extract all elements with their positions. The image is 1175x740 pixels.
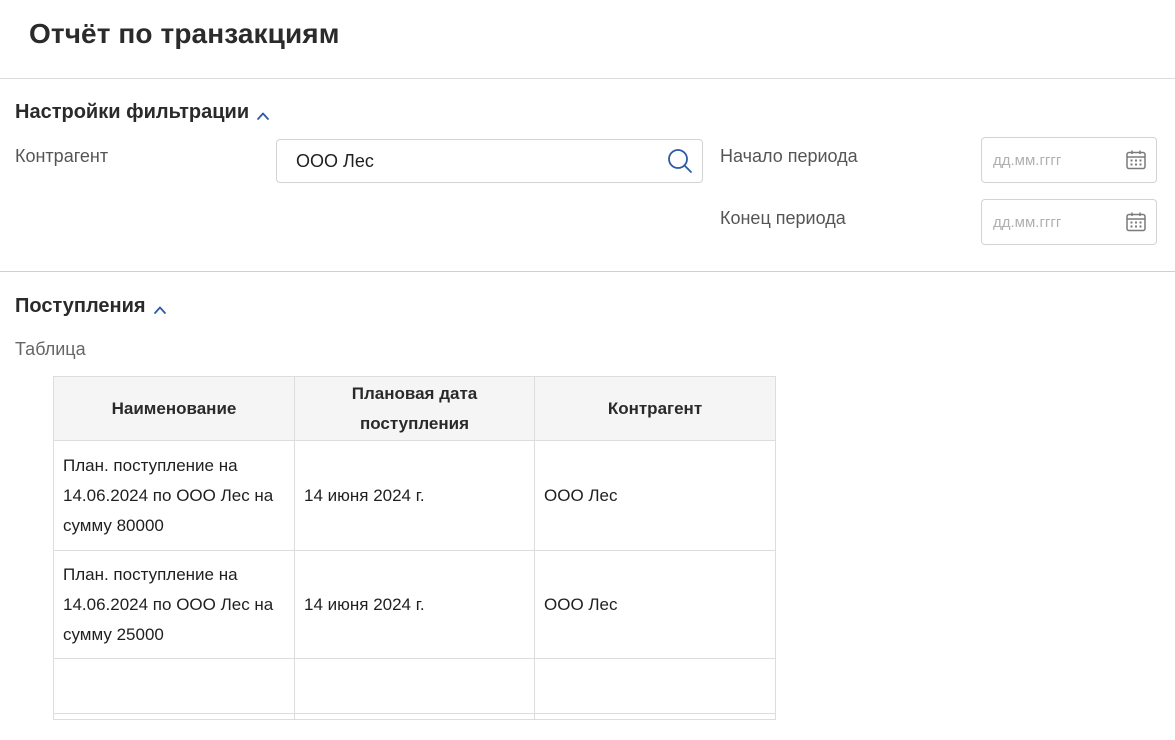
table-header-row: Наименование Плановая дата поступления К… bbox=[53, 376, 776, 441]
period-start-placeholder: дд.мм.гггг bbox=[993, 151, 1062, 169]
cell-planned-date: 14 июня 2024 г. bbox=[294, 550, 535, 659]
filter-section-toggle[interactable]: Настройки фильтрации bbox=[15, 101, 270, 124]
filter-section-title: Настройки фильтрации bbox=[15, 101, 250, 123]
search-icon[interactable] bbox=[660, 141, 700, 181]
table-row-empty[interactable] bbox=[53, 658, 776, 714]
cell-empty bbox=[534, 713, 776, 720]
period-start-label: Начало периода bbox=[720, 146, 858, 166]
period-start-input[interactable]: дд.мм.гггг bbox=[981, 137, 1157, 183]
counterparty-label: Контрагент bbox=[15, 146, 109, 166]
page-title: Отчёт по транзакциям bbox=[29, 18, 340, 49]
period-end-placeholder: дд.мм.гггг bbox=[993, 213, 1062, 231]
cell-empty bbox=[53, 713, 295, 720]
cell-empty bbox=[53, 658, 295, 714]
table-row[interactable]: План. поступление на 14.06.2024 по ООО Л… bbox=[53, 440, 776, 551]
column-header-planned-date[interactable]: Плановая дата поступления bbox=[294, 376, 535, 441]
cell-name: План. поступление на 14.06.2024 по ООО Л… bbox=[53, 550, 295, 659]
calendar-icon[interactable] bbox=[1116, 211, 1156, 233]
period-end-label: Конец периода bbox=[720, 208, 846, 228]
cell-empty bbox=[534, 658, 776, 714]
divider bbox=[0, 78, 1175, 79]
divider bbox=[0, 271, 1175, 272]
period-end-input[interactable]: дд.мм.гггг bbox=[981, 199, 1157, 245]
column-header-name[interactable]: Наименование bbox=[53, 376, 295, 441]
cell-counterparty: ООО Лес bbox=[534, 550, 776, 659]
counterparty-input-value: ООО Лес bbox=[296, 150, 374, 171]
cell-empty bbox=[294, 658, 535, 714]
chevron-up-icon bbox=[153, 300, 167, 314]
table-row[interactable]: План. поступление на 14.06.2024 по ООО Л… bbox=[53, 550, 776, 659]
cell-planned-date: 14 июня 2024 г. bbox=[294, 440, 535, 551]
cell-counterparty: ООО Лес bbox=[534, 440, 776, 551]
column-header-counterparty[interactable]: Контрагент bbox=[534, 376, 776, 441]
cell-empty bbox=[294, 713, 535, 720]
counterparty-input[interactable]: ООО Лес bbox=[276, 139, 703, 183]
calendar-icon[interactable] bbox=[1116, 149, 1156, 171]
receipts-table: Наименование Плановая дата поступления К… bbox=[53, 376, 776, 720]
receipts-section-toggle[interactable]: Поступления bbox=[15, 295, 167, 318]
chevron-up-icon bbox=[256, 106, 270, 120]
table-row-empty bbox=[53, 713, 776, 720]
receipts-section-title: Поступления bbox=[15, 295, 146, 317]
cell-name: План. поступление на 14.06.2024 по ООО Л… bbox=[53, 440, 295, 551]
table-label: Таблица bbox=[15, 339, 86, 359]
